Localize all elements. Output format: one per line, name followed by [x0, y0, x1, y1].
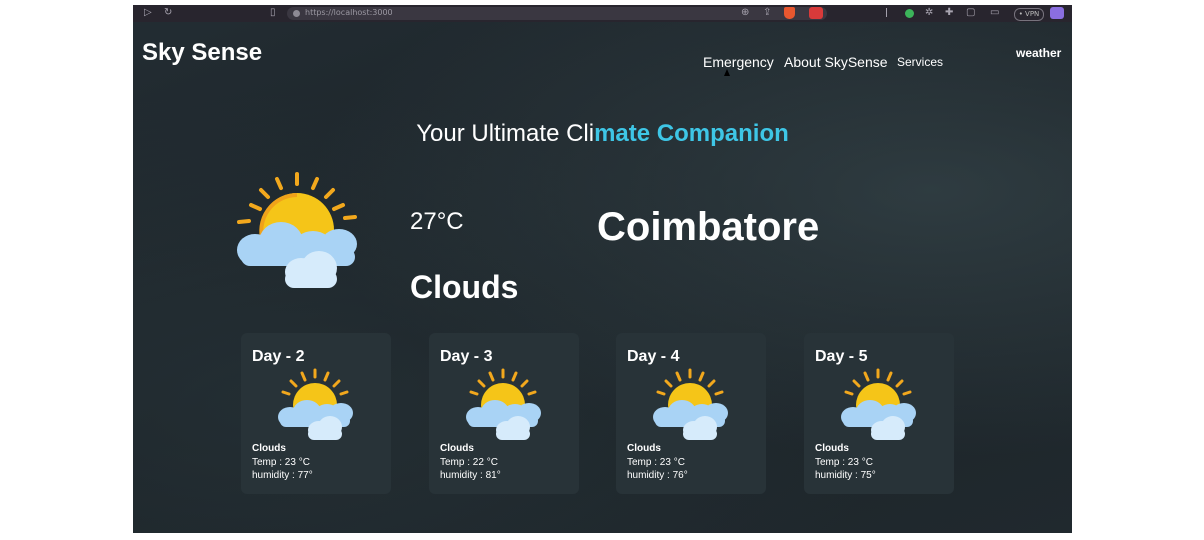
extension-green-icon[interactable] [905, 9, 914, 18]
forecast-card: Day - 5 Clouds Temp : 23 °C humidity : 7… [804, 333, 954, 494]
forecast-humidity: humidity : 81° [440, 470, 501, 481]
puzzle-icon[interactable]: ✚ [945, 7, 953, 18]
forecast-day: Day - 4 [627, 348, 680, 365]
partly-cloudy-icon [237, 172, 357, 288]
sidebar-icon[interactable]: ▢ [966, 7, 975, 18]
forecast-humidity: humidity : 77° [252, 470, 313, 481]
forecast-condition: Clouds [815, 443, 849, 454]
forecast-day: Day - 2 [252, 348, 305, 365]
nav-services[interactable]: Services [897, 55, 943, 69]
mouse-cursor [724, 69, 730, 76]
nav-weather[interactable]: weather [1016, 46, 1061, 60]
forecast-condition: Clouds [627, 443, 661, 454]
partly-cloudy-icon [278, 368, 353, 440]
gear-icon[interactable]: ✲ [925, 7, 933, 18]
forecast-day: Day - 3 [440, 348, 493, 365]
forecast-humidity: humidity : 75° [815, 470, 876, 481]
current-temperature: 27°C [410, 208, 464, 235]
city-name: Coimbatore [597, 205, 820, 249]
site-info-icon[interactable] [293, 10, 300, 17]
play-icon[interactable]: ▷ [144, 7, 152, 18]
app-screen: ▷ ↻ ▯ https://localhost:3000 ⊕ ⇪ ǀ ✲ ✚ ▢… [133, 5, 1072, 533]
forecast-temp: Temp : 23 °C [815, 457, 873, 468]
reload-icon[interactable]: ↻ [164, 7, 172, 18]
wallet-icon[interactable]: ▭ [990, 7, 999, 18]
forecast-card: Day - 4 Clouds Temp : 23 °C humidity : 7… [616, 333, 766, 494]
forecast-temp: Temp : 22 °C [440, 457, 498, 468]
extension-icon[interactable] [809, 7, 823, 19]
hero-text-white: Your Ultimate Cli [416, 120, 595, 147]
current-condition: Clouds [410, 269, 519, 305]
browser-toolbar: ▷ ↻ ▯ https://localhost:3000 ⊕ ⇪ ǀ ✲ ✚ ▢… [133, 5, 1072, 22]
forecast-card: Day - 3 Clouds Temp : 22 °C humidity : 8… [429, 333, 579, 494]
vpn-button[interactable]: • VPN [1014, 8, 1044, 21]
forecast-temp: Temp : 23 °C [252, 457, 310, 468]
site-logo[interactable]: Sky Sense [142, 39, 262, 67]
forecast-temp: Temp : 23 °C [627, 457, 685, 468]
forecast-card: Day - 2 Clouds Temp : 23 °C humidity : 7… [241, 333, 391, 494]
pen-icon[interactable] [1050, 7, 1064, 19]
address-bar-url[interactable]: https://localhost:3000 [305, 8, 393, 17]
hero-heading: Your Ultimate Climate Companion [133, 120, 1072, 148]
forecast-day: Day - 5 [815, 348, 868, 365]
partly-cloudy-icon [841, 368, 916, 440]
partly-cloudy-icon [653, 368, 728, 440]
forecast-humidity: humidity : 76° [627, 470, 688, 481]
hero-text-accent: mate Companion [594, 120, 789, 147]
bookmark-icon[interactable]: ▯ [270, 7, 276, 18]
brave-shield-icon[interactable] [784, 7, 795, 19]
forecast-condition: Clouds [440, 443, 474, 454]
partly-cloudy-icon [466, 368, 541, 440]
forecast-condition: Clouds [252, 443, 286, 454]
zoom-icon[interactable]: ⊕ [741, 7, 749, 18]
mic-icon[interactable]: ǀ [885, 7, 888, 18]
nav-about[interactable]: About SkySense [784, 54, 888, 70]
share-icon[interactable]: ⇪ [763, 7, 771, 18]
nav-emergency[interactable]: Emergency [703, 54, 774, 70]
